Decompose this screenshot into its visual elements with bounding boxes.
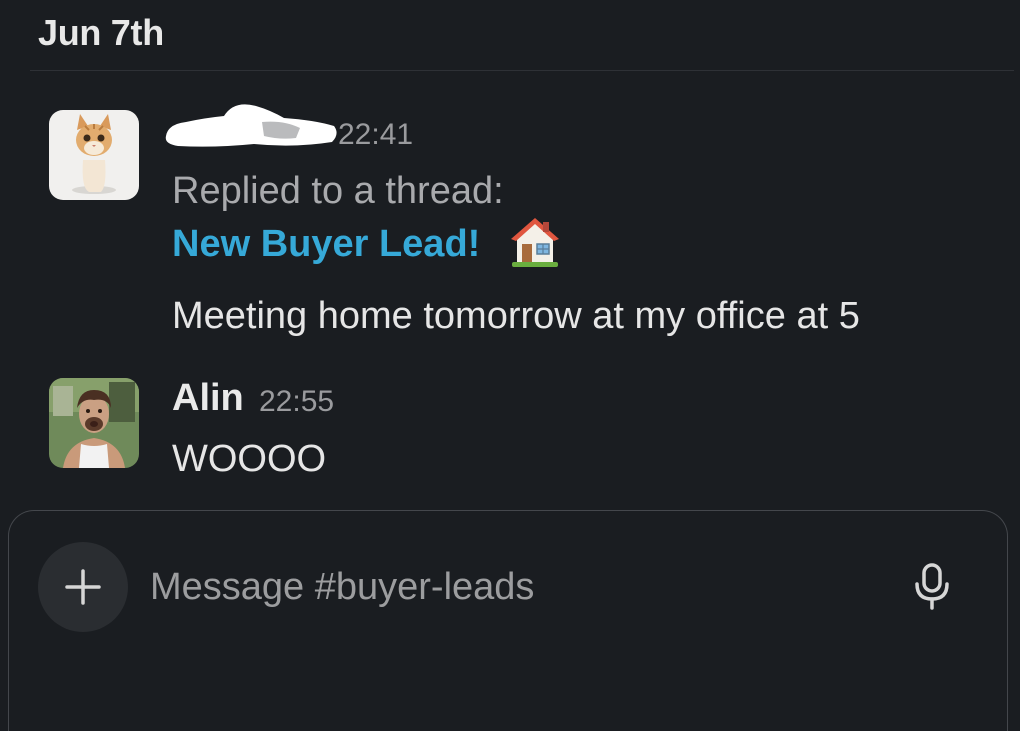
redacted-sender-name	[164, 100, 340, 157]
thread-title-link[interactable]: New Buyer Lead!	[172, 223, 480, 266]
house-emoji-icon	[510, 216, 560, 273]
message-text: WOOOO	[172, 438, 327, 480]
message-input[interactable]	[150, 562, 890, 612]
sender-name[interactable]: Alin	[172, 377, 244, 420]
message-timestamp[interactable]: 22:41	[338, 118, 413, 152]
person-avatar[interactable]	[49, 378, 139, 468]
add-attachment-button[interactable]	[38, 542, 128, 632]
microphone-icon	[915, 563, 949, 610]
message-timestamp[interactable]: 22:55	[259, 385, 334, 419]
date-divider-label: Jun 7th	[38, 12, 164, 53]
message-text: Meeting home tomorrow at my office at 5	[172, 295, 860, 337]
plus-icon	[65, 569, 101, 605]
microphone-button[interactable]	[910, 562, 954, 612]
kitten-avatar[interactable]	[49, 110, 139, 200]
date-divider-line	[30, 70, 1014, 71]
message-composer	[8, 510, 1008, 731]
replied-to-thread-label: Replied to a thread:	[172, 170, 504, 212]
